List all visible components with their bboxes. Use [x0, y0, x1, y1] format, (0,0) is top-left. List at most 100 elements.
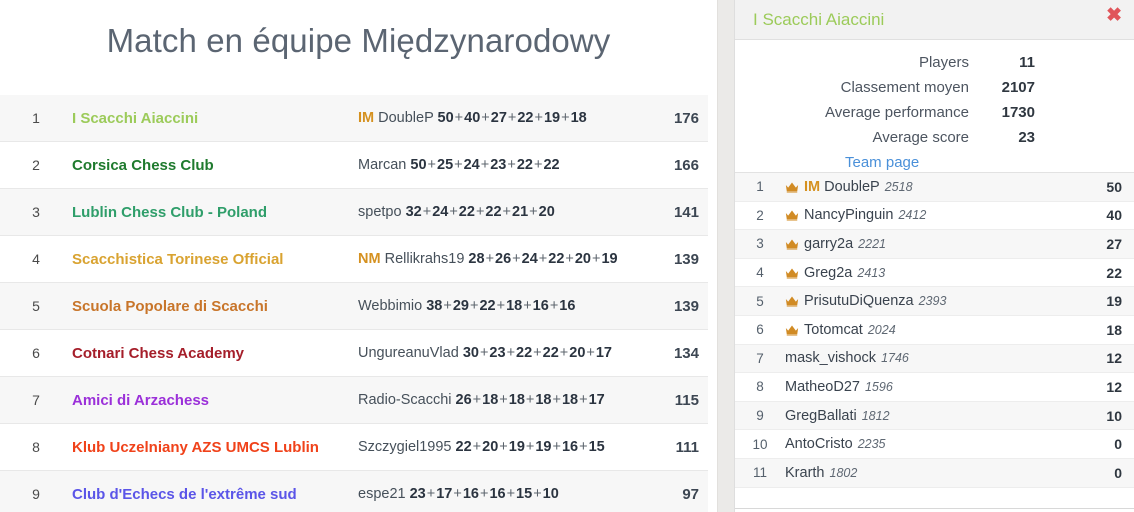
crown-icon — [785, 209, 799, 221]
player-score-part: 22 — [548, 251, 565, 267]
plus-separator: + — [481, 110, 490, 126]
team-name-link[interactable]: Scuola Popolare di Scacchi — [72, 298, 358, 315]
team-name-link[interactable]: I Scacchi Aiaccini — [72, 110, 358, 127]
crown-icon — [785, 267, 799, 279]
list-item[interactable]: 5 PrisutuDiQuenza 2393 19 — [735, 287, 1134, 316]
team-name-link[interactable]: Scacchistica Torinese Official — [72, 251, 358, 268]
player-name-link[interactable]: mask_vishock 1746 — [785, 350, 1064, 366]
team-top-player-scores: Marcan 50+25+24+23+22+22 — [358, 157, 637, 173]
team-top-player-scores: espe21 23+17+16+16+15+10 — [358, 486, 637, 502]
list-item[interactable]: 8 MatheoD27 1596 12 — [735, 373, 1134, 402]
player-username: Greg2a — [804, 264, 853, 281]
player-username: spetpo — [358, 204, 402, 220]
player-name-link[interactable]: AntoCristo 2235 — [785, 436, 1064, 452]
plus-separator: + — [479, 345, 489, 361]
player-name-link[interactable]: NancyPinguin 2412 — [785, 207, 1064, 223]
player-score-part: 26 — [495, 251, 512, 267]
player-score-part: 30 — [462, 345, 479, 361]
list-item[interactable]: 2 NancyPinguin 2412 40 — [735, 201, 1134, 231]
player-username: Radio-Scacchi — [358, 392, 452, 408]
player-rank: 9 — [756, 408, 764, 424]
standings-pane: Match en équipe Międzynarodowy 1 I Scacch… — [0, 0, 717, 512]
player-name-link[interactable]: Krarth 1802 — [785, 465, 1064, 481]
player-score-part: 22 — [479, 298, 496, 314]
team-page-link[interactable]: Team page — [845, 154, 919, 171]
team-stat-label: Players — [918, 54, 969, 71]
table-row[interactable]: 7 Amici di Arzachess Radio-Scacchi 26+18+1… — [0, 377, 717, 424]
player-score-part: 50 — [437, 110, 454, 126]
table-row[interactable]: 1I Scacchi Aiaccini IM DoubleP 50+40+27+2… — [0, 95, 717, 142]
pane-divider — [717, 0, 734, 512]
plus-separator: + — [533, 345, 542, 361]
standings-scrollbar-track[interactable] — [708, 0, 717, 512]
plus-separator: + — [496, 298, 506, 314]
player-username: mask_vishock — [785, 350, 877, 367]
player-name-link[interactable]: IM DoubleP 2518 — [785, 179, 1064, 195]
crown-icon — [785, 181, 799, 193]
plus-separator: + — [592, 251, 601, 267]
list-item[interactable]: 9 GregBallati 1812 10 — [735, 401, 1134, 431]
table-row[interactable]: 5 Scuola Popolare di Scacchi Webbimio 38+2… — [0, 283, 717, 330]
list-item[interactable]: 6 Totomcat 2024 18 — [735, 315, 1134, 345]
player-rank: 1 — [756, 179, 764, 195]
plus-separator: + — [480, 157, 490, 173]
team-panel-header: I Scacchi Aiaccini ✖ — [735, 0, 1134, 40]
team-name-link[interactable]: Klub Uczelniany AZS UMCS Lublin — [72, 439, 358, 456]
player-score-part: 19 — [601, 251, 618, 267]
player-rank: 6 — [756, 322, 764, 338]
list-item[interactable]: 1 IM DoubleP 2518 50 — [735, 173, 1134, 202]
plus-separator: + — [475, 204, 485, 220]
team-rank: 8 — [32, 439, 40, 455]
player-name-link[interactable]: Greg2a 2413 — [785, 265, 1064, 281]
table-row[interactable]: 8 Klub Uczelniany AZS UMCS Lublin Szczygie… — [0, 424, 717, 471]
table-row[interactable]: 6 Cotnari Chess Academy UngureanuVlad 30+2… — [0, 330, 717, 377]
plus-separator: + — [427, 157, 436, 173]
team-top-player-scores: IM DoubleP 50+40+27+22+19+18 — [358, 110, 637, 126]
player-score-part: 22 — [485, 204, 502, 220]
team-total-score: 141 — [673, 203, 699, 221]
plus-separator: + — [453, 486, 462, 502]
player-name-link[interactable]: GregBallati 1812 — [785, 408, 1064, 424]
team-stat-value: 1730 — [1001, 104, 1035, 121]
player-rank: 5 — [756, 293, 764, 309]
plus-separator: + — [507, 110, 517, 126]
player-score-part: 27 — [490, 110, 507, 126]
player-rating: 1746 — [881, 351, 909, 366]
player-name-link[interactable]: PrisutuDiQuenza 2393 — [785, 293, 1064, 309]
player-name-link[interactable]: Totomcat 2024 — [785, 322, 1064, 338]
close-icon[interactable]: ✖ — [1106, 6, 1122, 25]
team-top-player-scores: NM Rellikrahs19 28+26+24+22+20+19 — [358, 251, 637, 267]
team-name-link[interactable]: Amici di Arzachess — [72, 392, 358, 409]
list-item[interactable]: 3 garry2a 2221 27 — [735, 230, 1134, 259]
team-name-link[interactable]: Lublin Chess Club - Poland — [72, 204, 358, 221]
list-item[interactable]: 4 Greg2a 2413 22 — [735, 258, 1134, 288]
player-score-part: 24 — [463, 157, 480, 173]
player-username: Totomcat — [804, 321, 863, 338]
table-row[interactable]: 3 Lublin Chess Club - Poland spetpo 32+24+… — [0, 189, 717, 236]
table-row[interactable]: 4 Scacchistica Torinese Official NM Rellik… — [0, 236, 717, 283]
player-name-link[interactable]: garry2a 2221 — [785, 236, 1064, 252]
table-row[interactable]: 9 Club d'Echecs de l'extrême sud espe21 23… — [0, 471, 717, 512]
team-rank: 2 — [32, 157, 40, 173]
player-score-part: 21 — [512, 204, 529, 220]
list-item[interactable]: 10 AntoCristo 2235 0 — [735, 430, 1134, 459]
list-item[interactable]: 11 Krarth 1802 0 — [735, 458, 1134, 488]
team-name-link[interactable]: Cotnari Chess Academy — [72, 345, 358, 362]
table-row[interactable]: 2 Corsica Chess Club Marcan 50+25+24+23+22… — [0, 142, 717, 189]
player-score-part: 20 — [569, 345, 586, 361]
player-name-link[interactable]: MatheoD27 1596 — [785, 379, 1064, 395]
player-username: MatheoD27 — [785, 378, 860, 395]
player-score-part: 20 — [574, 251, 591, 267]
plus-separator: + — [449, 204, 458, 220]
plus-separator: + — [538, 251, 548, 267]
player-score-part: 19 — [543, 110, 561, 126]
plus-separator: + — [499, 392, 508, 408]
team-name-link[interactable]: Corsica Chess Club — [72, 157, 358, 174]
list-item[interactable]: 7 mask_vishock 1746 12 — [735, 344, 1134, 374]
player-score: 27 — [1106, 235, 1122, 252]
player-score-part: 40 — [464, 110, 481, 126]
plus-separator: + — [552, 392, 561, 408]
team-name-link[interactable]: Club d'Echecs de l'extrême sud — [72, 486, 358, 503]
team-stat-row: Average score 23 — [735, 129, 1134, 154]
team-stat-row: Players 11 — [735, 54, 1134, 79]
